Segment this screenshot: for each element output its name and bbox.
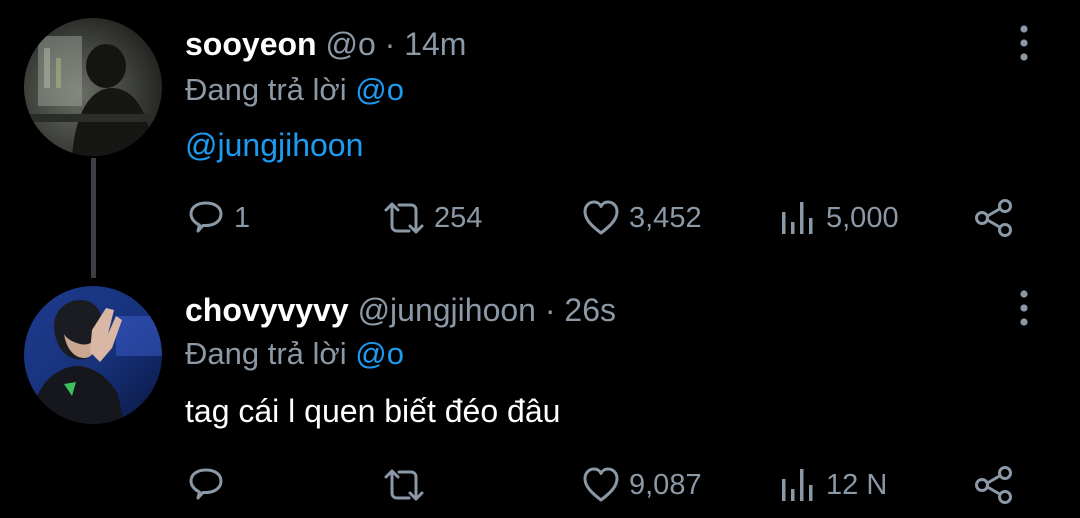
share-icon [975, 466, 1012, 504]
replying-to: Đang trả lời @o [185, 336, 404, 372]
username[interactable]: @o [325, 26, 375, 62]
views-count: 5,000 [826, 201, 899, 234]
more-options-button[interactable] [1004, 288, 1044, 328]
tweet-text[interactable]: @jungjihoon [185, 127, 363, 164]
reply-button[interactable]: 1 [186, 193, 250, 243]
timestamp[interactable]: 14m [404, 26, 466, 62]
replying-to-mention[interactable]: @o [355, 336, 404, 371]
like-button[interactable]: 3,452 [581, 193, 702, 243]
tweet[interactable]: sooyeon @o · 14m Đang trả lời @o @jungji… [0, 0, 1080, 280]
share-icon [975, 199, 1012, 237]
replying-to: Đang trả lời @o [185, 72, 404, 108]
avatar[interactable] [24, 286, 162, 424]
tweet[interactable]: chovyvyvy @jungjihoon · 26s Đang trả lời… [0, 280, 1080, 518]
share-button[interactable] [972, 460, 1016, 510]
views-count: 12 N [826, 468, 888, 501]
retweet-button[interactable]: 254 [382, 193, 482, 243]
like-count: 3,452 [629, 201, 702, 234]
avatar-photo [24, 18, 162, 156]
reply-icon [189, 468, 223, 500]
views-button[interactable]: 12 N [778, 460, 887, 510]
more-options-icon [1020, 290, 1028, 326]
timestamp[interactable]: 26s [564, 292, 616, 328]
display-name[interactable]: sooyeon [185, 26, 317, 62]
avatar[interactable] [24, 18, 162, 156]
more-options-icon [1020, 25, 1028, 61]
reply-icon [189, 201, 223, 233]
separator-dot: · [384, 26, 396, 62]
like-icon [583, 467, 619, 502]
like-button[interactable]: 9,087 [581, 460, 702, 510]
display-name[interactable]: chovyvyvy [185, 292, 349, 328]
separator-dot: · [544, 292, 556, 328]
reply-count: 1 [234, 201, 251, 234]
replying-to-mention[interactable]: @o [355, 72, 404, 107]
reply-button[interactable] [186, 460, 234, 510]
tweet-actions: 1 254 3,452 5,000 [0, 193, 1080, 243]
replying-to-label: Đang trả lời [185, 72, 347, 107]
replying-to-label: Đang trả lời [185, 336, 347, 371]
tweet-text: tag cái l quen biết đéo đâu [185, 393, 561, 429]
tweet-header: sooyeon @o · 14m [185, 26, 466, 63]
retweet-icon [384, 202, 424, 234]
like-icon [583, 200, 619, 235]
retweet-icon [384, 469, 424, 501]
retweet-count: 254 [434, 201, 483, 234]
tweet-header: chovyvyvy @jungjihoon · 26s [185, 292, 616, 329]
tweet-actions: 9,087 12 N [0, 460, 1080, 510]
share-button[interactable] [972, 193, 1016, 243]
retweet-button[interactable] [382, 460, 434, 510]
username[interactable]: @jungjihoon [358, 292, 536, 328]
views-button[interactable]: 5,000 [778, 193, 899, 243]
views-icon [782, 202, 813, 234]
avatar-photo [24, 286, 162, 424]
like-count: 9,087 [629, 468, 702, 501]
views-icon [782, 469, 813, 501]
more-options-button[interactable] [1004, 23, 1044, 63]
